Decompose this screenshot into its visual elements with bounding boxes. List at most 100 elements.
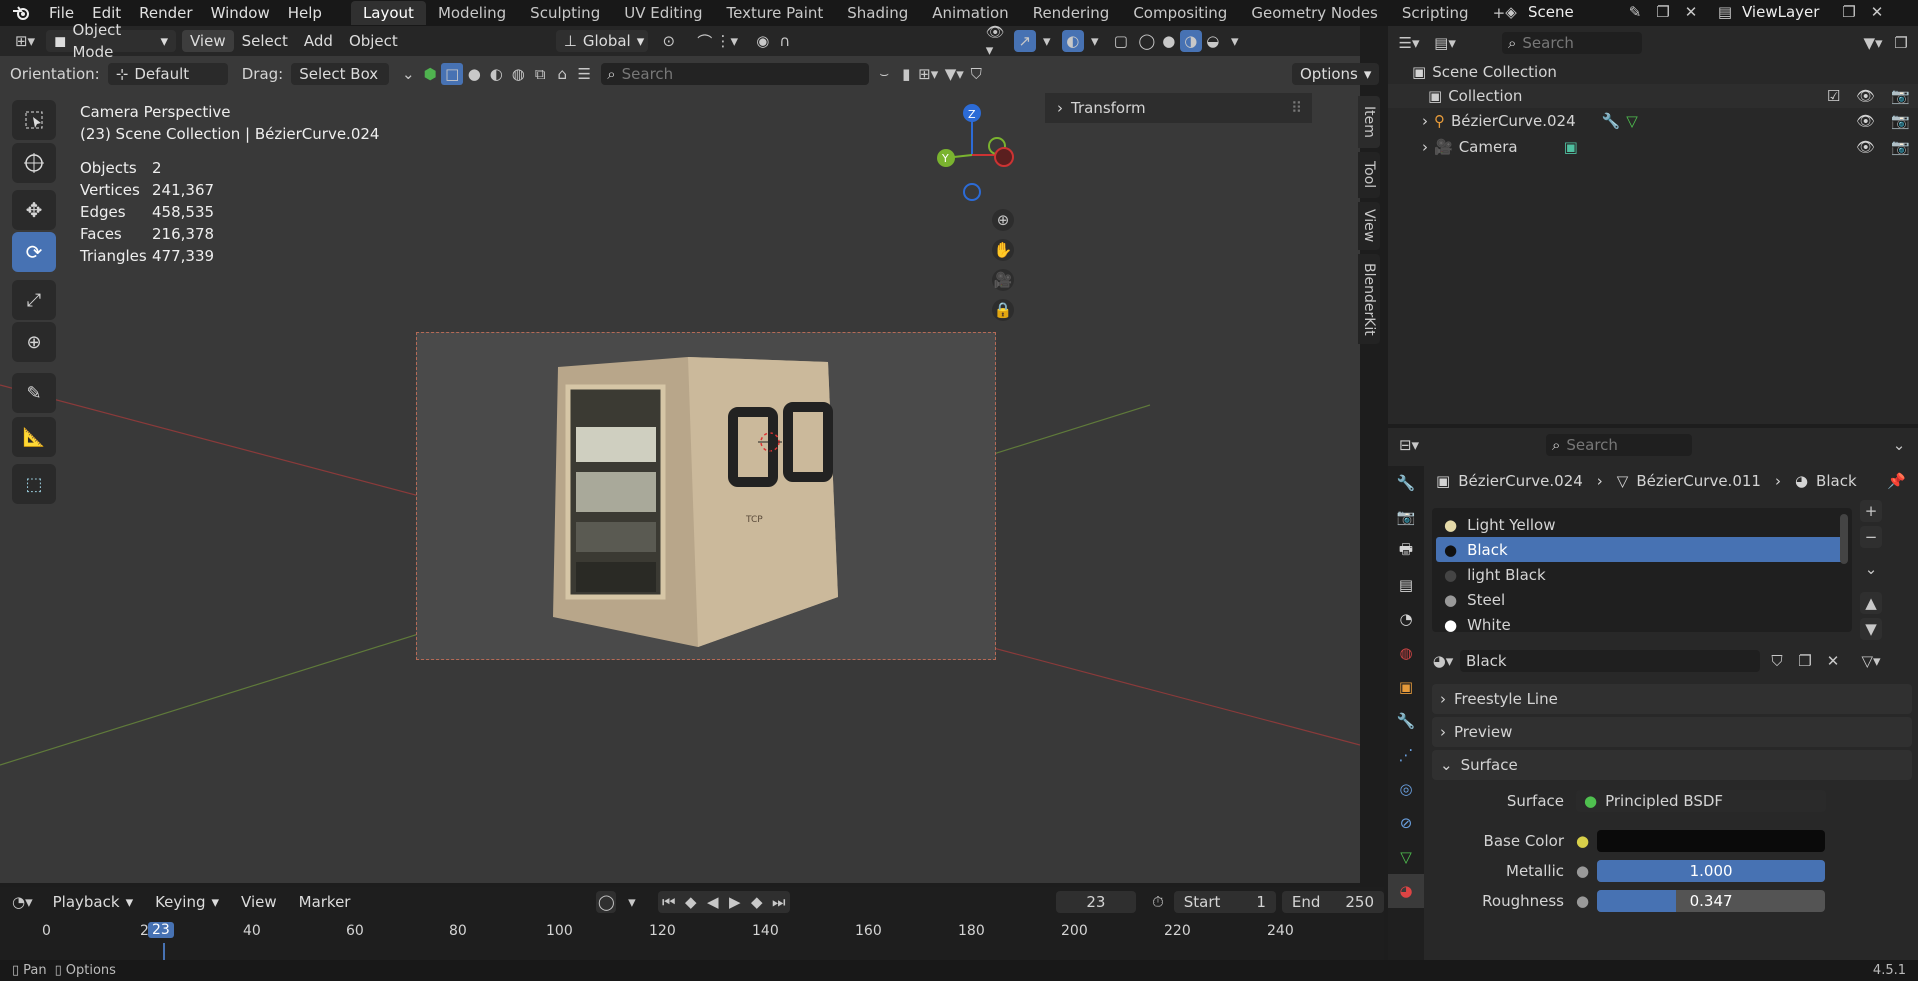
annotate-tool[interactable]: ✎ [12, 373, 56, 413]
next-keyframe-icon[interactable]: ◆ [746, 891, 768, 913]
overlay-dropdown-icon[interactable]: ▾ [1084, 30, 1106, 52]
shading-dropdown-icon[interactable]: ▾ [1224, 30, 1246, 52]
modifier-icon[interactable]: 🔧 [1602, 112, 1621, 130]
transform-orientation-dropdown[interactable]: ⊥ Global ▾ [555, 30, 648, 52]
gizmo-neg-z[interactable] [963, 183, 981, 201]
camera-data-icon[interactable]: ▣ [1564, 138, 1578, 156]
material-asset-icon[interactable]: ◐ [485, 63, 507, 85]
link-type-icon[interactable]: ▽▾ [1860, 650, 1882, 672]
slot-list-scrollbar[interactable] [1840, 514, 1848, 564]
scene-tab-icon[interactable]: ◔ [1388, 602, 1424, 636]
gizmo-dropdown-icon[interactable]: ▾ [1036, 30, 1058, 52]
outliner-row-collection[interactable]: ▣ Collection ☑ 👁 📷 [1388, 84, 1918, 108]
move-down-icon[interactable]: ▼ [1860, 618, 1882, 640]
world-asset-icon[interactable]: ◍ [507, 63, 529, 85]
mode-dropdown[interactable]: ◼ Object Mode ▾ [46, 21, 176, 61]
jump-end-icon[interactable]: ⏭ [768, 891, 790, 913]
tab-rendering[interactable]: Rendering [1021, 1, 1122, 25]
tab-item[interactable]: Item [1358, 96, 1380, 148]
pivot-icon[interactable]: ⊙ [658, 30, 680, 52]
model-asset-icon[interactable]: ● [463, 63, 485, 85]
expand-chevron-icon[interactable]: › [1422, 138, 1428, 156]
brush-asset-icon[interactable]: ⌂ [551, 63, 573, 85]
new-scene-icon[interactable]: ❐ [1652, 1, 1674, 23]
tool-tab-icon[interactable]: 🔧 [1388, 466, 1424, 500]
overlay-toggle-icon[interactable]: ◐ [1061, 30, 1084, 52]
outliner-editor-icon[interactable]: ☰▾ [1398, 32, 1420, 54]
unlink-material-icon[interactable]: ✕ [1822, 650, 1844, 672]
rotate-tool[interactable]: ⟳ [12, 232, 56, 272]
particles-tab-icon[interactable]: ⋰ [1388, 738, 1424, 772]
color-socket-icon[interactable]: ● [1576, 832, 1589, 850]
shading-material-icon[interactable]: ◑ [1179, 30, 1202, 52]
nodegroup-asset-icon[interactable]: ☰ [573, 63, 595, 85]
gizmo-toggle-icon[interactable]: ↗ [1013, 30, 1036, 52]
add-slot-icon[interactable]: + [1860, 500, 1882, 522]
jump-start-icon[interactable]: ⏮ [658, 891, 680, 913]
menu-help[interactable]: Help [279, 1, 331, 25]
slot-specials-icon[interactable]: ⌄ [1860, 558, 1882, 580]
pin-icon[interactable]: 📌 [1887, 472, 1906, 490]
roughness-slider[interactable]: 0.347 [1597, 890, 1826, 912]
remove-slot-icon[interactable]: − [1860, 526, 1882, 548]
material-slot[interactable]: ● Steel [1436, 587, 1848, 612]
editor-type-icon[interactable]: ⊞▾ [14, 30, 36, 52]
zoom-icon[interactable]: ⊕ [992, 209, 1014, 231]
xray-icon[interactable]: ▢ [1110, 30, 1132, 52]
start-frame-field[interactable]: Start 1 [1173, 891, 1276, 913]
blenderkit-logo-icon[interactable]: ⬢ [419, 63, 441, 85]
world-tab-icon[interactable]: ◍ [1388, 636, 1424, 670]
view-layer-icon[interactable]: ▤ [1714, 1, 1736, 23]
filter-icon[interactable]: ▼▾ [943, 63, 965, 85]
snap-icon[interactable]: ⌒ [694, 30, 716, 52]
camera-view-icon[interactable]: 🎥 [992, 269, 1014, 291]
value-socket-icon[interactable]: ● [1576, 862, 1589, 880]
chevron-down-icon[interactable]: ⌄ [1888, 434, 1910, 456]
proportional-edit-icon[interactable]: ◉ [752, 30, 774, 52]
current-frame-field[interactable]: 23 [1055, 891, 1137, 913]
curve-data-icon[interactable]: ▽ [1626, 112, 1638, 130]
tab-compositing[interactable]: Compositing [1121, 1, 1239, 25]
options-dropdown[interactable]: Options ▾ [1292, 63, 1380, 85]
display-mode-icon[interactable]: ▤▾ [1434, 32, 1456, 54]
delete-view-layer-icon[interactable]: ✕ [1866, 1, 1888, 23]
material-name-field[interactable]: Black [1460, 650, 1760, 672]
collapse-icon[interactable]: ⌄ [397, 63, 419, 85]
value-socket-icon[interactable]: ● [1576, 892, 1589, 910]
menu-view[interactable]: View [182, 30, 234, 52]
tab-layout[interactable]: Layout [350, 1, 426, 25]
outliner-search-input[interactable]: ⌕ Search [1502, 32, 1642, 54]
panel-surface[interactable]: ⌄ Surface [1432, 750, 1912, 780]
tab-sculpting[interactable]: Sculpting [518, 1, 612, 25]
pan-hand-icon[interactable]: ✋ [992, 239, 1014, 261]
blender-logo-icon[interactable] [10, 2, 32, 24]
tab-geometry-nodes[interactable]: Geometry Nodes [1239, 1, 1390, 25]
tab-animation[interactable]: Animation [920, 1, 1020, 25]
eye-icon[interactable]: 👁 [1856, 87, 1875, 105]
gizmo-x-axis[interactable] [994, 147, 1014, 167]
tab-blenderkit[interactable]: BlenderKit [1358, 254, 1380, 344]
timeline-editor-icon[interactable]: ◔▾ [12, 891, 33, 913]
fake-user-icon[interactable]: ⛉ [1766, 650, 1788, 672]
material-slot-list[interactable]: ● Light Yellow ● Black ● light Black ● Steel… [1432, 508, 1852, 634]
end-frame-field[interactable]: End 250 [1281, 891, 1384, 913]
render-tab-icon[interactable]: 📷 [1388, 500, 1424, 534]
panel-preview[interactable]: › Preview [1432, 717, 1912, 747]
modifier-tab-icon[interactable]: 🔧 [1388, 704, 1424, 738]
orientation-dropdown[interactable]: ⊹ Default [107, 63, 228, 85]
frame-ruler[interactable]: 0 2 40 60 80 100 120 140 160 180 200 220… [0, 922, 1384, 963]
properties-search-input[interactable]: ⌕ Search [1546, 434, 1692, 456]
tab-shading[interactable]: Shading [835, 1, 920, 25]
scene-asset-icon[interactable]: ⧉ [529, 63, 551, 85]
move-up-icon[interactable]: ▲ [1860, 592, 1882, 614]
tab-texture-paint[interactable]: Texture Paint [714, 1, 835, 25]
view-layer-tab-icon[interactable]: ▤ [1388, 568, 1424, 602]
new-view-layer-icon[interactable]: ❐ [1838, 1, 1860, 23]
shield-icon[interactable]: ⛉ [965, 63, 987, 85]
base-color-swatch[interactable] [1597, 830, 1826, 852]
physics-tab-icon[interactable]: ◎ [1388, 772, 1424, 806]
menu-view[interactable]: View [233, 891, 285, 913]
drag-handle-icon[interactable]: ⠿ [1291, 99, 1302, 117]
menu-select[interactable]: Select [234, 30, 296, 52]
auto-keying-icon[interactable]: ◯ [596, 891, 617, 913]
